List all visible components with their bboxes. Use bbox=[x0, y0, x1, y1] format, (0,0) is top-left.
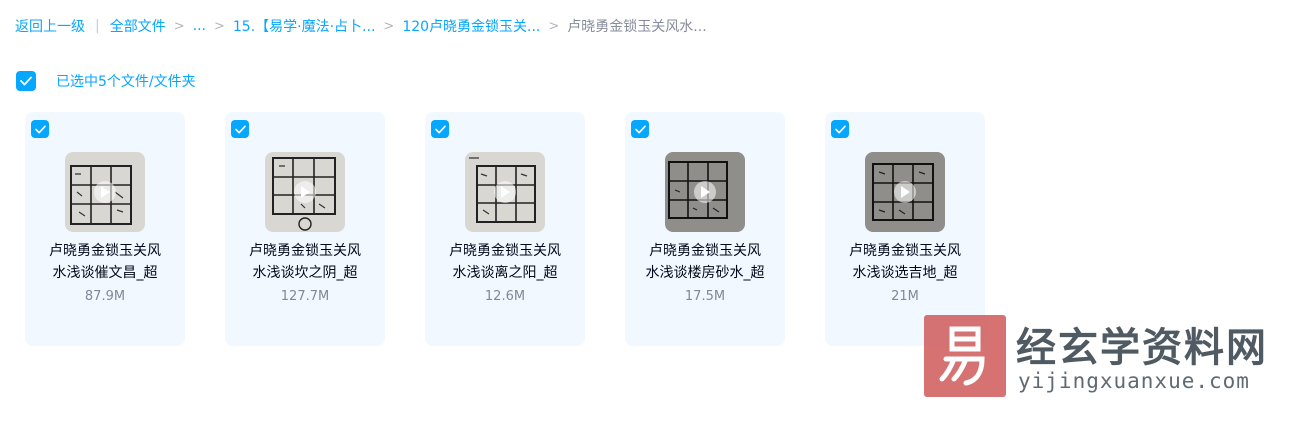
select-all-checkbox[interactable] bbox=[16, 71, 36, 91]
file-name[interactable]: 卢晓勇金锁玉关风 水浅谈离之阳_超 bbox=[435, 240, 575, 284]
file-name-line: 水浅谈选吉地_超 bbox=[852, 265, 958, 281]
file-size: 12.6M bbox=[484, 289, 526, 304]
yi-logo-icon bbox=[939, 326, 985, 386]
video-thumbnail[interactable] bbox=[265, 152, 345, 232]
play-icon bbox=[694, 181, 716, 203]
file-size: 127.7M bbox=[280, 289, 330, 304]
divider: | bbox=[95, 18, 100, 34]
file-checkbox[interactable] bbox=[231, 120, 249, 138]
back-link[interactable]: 返回上一级 bbox=[15, 16, 85, 36]
path-level2-link[interactable]: 120卢晓勇金锁玉关... bbox=[402, 16, 540, 36]
check-icon bbox=[634, 125, 646, 133]
file-card[interactable]: 卢晓勇金锁玉关风 水浅谈离之阳_超 12.6M bbox=[425, 112, 585, 346]
play-icon bbox=[494, 181, 516, 203]
file-name-line: 卢晓勇金锁玉关风 bbox=[49, 243, 161, 259]
file-name-line: 卢晓勇金锁玉关风 bbox=[449, 243, 561, 259]
selection-count: 已选中5个文件/文件夹 bbox=[56, 74, 196, 90]
play-icon bbox=[94, 181, 116, 203]
file-name[interactable]: 卢晓勇金锁玉关风 水浅谈楼房砂水_超 bbox=[635, 240, 775, 284]
file-name-line: 卢晓勇金锁玉关风 bbox=[649, 243, 761, 259]
video-thumbnail[interactable] bbox=[465, 152, 545, 232]
file-card[interactable]: 卢晓勇金锁玉关风 水浅谈楼房砂水_超 17.5M bbox=[625, 112, 785, 346]
file-size: 87.9M bbox=[84, 289, 126, 304]
all-files-link[interactable]: 全部文件 bbox=[110, 16, 166, 36]
path-level1-link[interactable]: 15.【易学·魔法·占卜... bbox=[233, 16, 376, 36]
file-checkbox[interactable] bbox=[31, 120, 49, 138]
chevron-right-icon: > bbox=[173, 18, 185, 34]
video-thumbnail[interactable] bbox=[665, 152, 745, 232]
watermark-logo bbox=[924, 315, 1006, 397]
chevron-right-icon: > bbox=[383, 18, 395, 34]
file-name[interactable]: 卢晓勇金锁玉关风 水浅谈选吉地_超 bbox=[835, 240, 975, 284]
check-icon bbox=[834, 125, 846, 133]
path-current: 卢晓勇金锁玉关风水... bbox=[567, 19, 707, 35]
check-icon bbox=[234, 125, 246, 133]
file-checkbox[interactable] bbox=[831, 120, 849, 138]
file-checkbox[interactable] bbox=[631, 120, 649, 138]
watermark: 经玄学资料网 yijingxuanxue.com bbox=[924, 315, 1266, 397]
watermark-title: 经玄学资料网 bbox=[1016, 325, 1268, 371]
file-name-line: 水浅谈催文昌_超 bbox=[52, 265, 158, 281]
file-card[interactable]: 卢晓勇金锁玉关风 水浅谈坎之阴_超 127.7M bbox=[225, 112, 385, 346]
file-name-line: 卢晓勇金锁玉关风 bbox=[849, 243, 961, 259]
file-size: 21M bbox=[891, 289, 919, 304]
chevron-right-icon: > bbox=[548, 18, 560, 34]
chevron-right-icon: > bbox=[213, 18, 225, 34]
file-name-line: 水浅谈坎之阴_超 bbox=[252, 265, 358, 281]
file-card[interactable]: 卢晓勇金锁玉关风 水浅谈选吉地_超 21M bbox=[825, 112, 985, 346]
watermark-url: yijingxuanxue.com bbox=[1018, 369, 1250, 393]
file-size: 17.5M bbox=[684, 289, 726, 304]
file-name-line: 水浅谈离之阳_超 bbox=[452, 265, 558, 281]
file-name[interactable]: 卢晓勇金锁玉关风 水浅谈催文昌_超 bbox=[35, 240, 175, 284]
collapsed-path-link[interactable]: ... bbox=[193, 18, 206, 34]
play-icon bbox=[894, 181, 916, 203]
breadcrumb: 返回上一级 | 全部文件 > ... > 15.【易学·魔法·占卜... > 1… bbox=[15, 16, 707, 36]
file-card[interactable]: 卢晓勇金锁玉关风 水浅谈催文昌_超 87.9M bbox=[25, 112, 185, 346]
check-icon bbox=[34, 125, 46, 133]
file-name[interactable]: 卢晓勇金锁玉关风 水浅谈坎之阴_超 bbox=[235, 240, 375, 284]
play-icon bbox=[294, 181, 316, 203]
file-name-line: 卢晓勇金锁玉关风 bbox=[249, 243, 361, 259]
file-checkbox[interactable] bbox=[431, 120, 449, 138]
check-icon bbox=[434, 125, 446, 133]
video-thumbnail[interactable] bbox=[865, 152, 945, 232]
check-icon bbox=[20, 76, 32, 86]
file-grid: 卢晓勇金锁玉关风 水浅谈催文昌_超 87.9M 卢晓勇金锁玉关风 水浅谈坎之阴_… bbox=[25, 112, 1025, 346]
file-name-line: 水浅谈楼房砂水_超 bbox=[645, 265, 765, 281]
video-thumbnail[interactable] bbox=[65, 152, 145, 232]
selection-bar: 已选中5个文件/文件夹 bbox=[16, 71, 196, 91]
